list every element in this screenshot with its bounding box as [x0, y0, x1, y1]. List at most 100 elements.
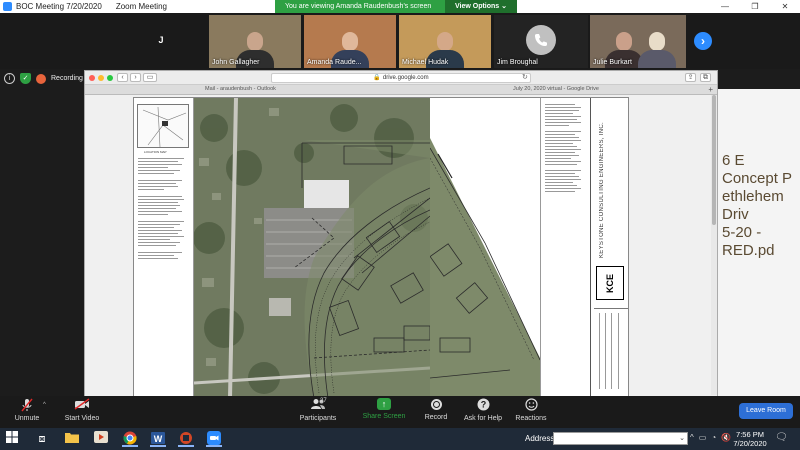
- address-label: Address: [525, 434, 555, 443]
- participant-tile[interactable]: J: [116, 15, 206, 68]
- minimize-dot-icon[interactable]: [98, 75, 104, 81]
- close-button[interactable]: ✕: [770, 0, 800, 13]
- start-video-label: Start Video: [64, 415, 100, 422]
- browser-actions: ⇪ ⧉: [685, 73, 711, 82]
- url-bar[interactable]: 🔒 drive.google.com: [271, 73, 531, 83]
- recording-label: Recording: [51, 75, 83, 82]
- participants-count: 27: [320, 398, 327, 404]
- word-icon[interactable]: W: [150, 431, 166, 447]
- view-options-button[interactable]: View Options ⌄: [445, 0, 517, 13]
- participant-tile[interactable]: Julie Burkart: [590, 15, 686, 68]
- participant-tile[interactable]: John Gallagher: [209, 15, 301, 68]
- app-title: Zoom Meeting: [115, 2, 167, 11]
- start-video-button[interactable]: Start Video: [62, 398, 102, 422]
- chrome-icon[interactable]: [122, 431, 138, 447]
- maximize-button[interactable]: ❐: [740, 0, 770, 13]
- tab-google-drive[interactable]: July 20, 2020 virtual - Google Drive: [513, 86, 599, 92]
- forward-icon[interactable]: ›: [130, 73, 141, 82]
- pdf-title-line: ethlehem Driv: [722, 188, 784, 223]
- unmute-button[interactable]: Unmute: [12, 398, 42, 422]
- close-dot-icon[interactable]: [89, 75, 95, 81]
- video-off-icon: [62, 398, 102, 412]
- browser-window: ‹ › ▭ 🔒 drive.google.com ↻ ⇪ ⧉ Mail - ara…: [84, 70, 718, 397]
- help-icon: ?: [462, 398, 504, 412]
- address-input[interactable]: ⌄: [553, 432, 688, 445]
- participants-label: Participants: [299, 415, 337, 422]
- file-explorer-icon[interactable]: [64, 431, 80, 447]
- share-icon[interactable]: ⇪: [685, 73, 696, 82]
- clock-time: 7:56 PM: [736, 430, 764, 439]
- ask-for-help-button[interactable]: ? Ask for Help: [462, 398, 504, 422]
- title-block-lines: [594, 308, 628, 392]
- participant-initial: J: [158, 35, 164, 45]
- new-tab-icon[interactable]: +: [708, 85, 713, 94]
- browser-toolbar: ‹ › ▭ 🔒 drive.google.com ↻ ⇪ ⧉: [85, 71, 717, 85]
- info-icon[interactable]: i: [4, 73, 15, 84]
- windows-taskbar: ⧈ W Address ⌄ ^ ▭ ◔ 🔇 7:56 PM 7/20/2020 …: [0, 428, 800, 450]
- participant-name: Julie Burkart: [593, 59, 632, 66]
- browser-nav: ‹ ›: [117, 73, 141, 82]
- screen-share-area: i ✓ Recording 6 E Concept P ethlehem Dri…: [0, 69, 800, 408]
- reload-icon[interactable]: ↻: [522, 73, 528, 81]
- leave-room-button[interactable]: Leave Room: [739, 403, 793, 419]
- zoom-dot-icon[interactable]: [107, 75, 113, 81]
- system-tray: ^ ▭ ◔ 🔇: [690, 433, 731, 442]
- participant-name: Jim Broughal: [497, 59, 538, 66]
- tab-outlook[interactable]: Mail - araudenbush - Outlook: [205, 86, 276, 92]
- pdf-title-line: 5-20 -RED.pd: [722, 224, 775, 259]
- aerial-photo: [194, 98, 430, 396]
- kce-logo: KCE: [596, 266, 624, 300]
- volume-muted-icon[interactable]: 🔇: [721, 433, 731, 442]
- scrollbar-thumb[interactable]: [712, 95, 716, 225]
- notification-icon[interactable]: 🗨: [775, 432, 788, 443]
- browser-tab-bar: Mail - araudenbush - Outlook July 20, 20…: [85, 85, 717, 95]
- battery-icon[interactable]: ▭: [699, 433, 707, 442]
- participant-tile[interactable]: Jim Broughal: [494, 15, 588, 68]
- reactions-button[interactable]: Reactions: [514, 398, 548, 422]
- shield-icon[interactable]: ✓: [20, 73, 31, 84]
- share-screen-button[interactable]: ↑ Share Screen: [362, 398, 406, 420]
- lock-icon: 🔒: [373, 75, 381, 81]
- meeting-toolbar: Unmute ^ Start Video 27 Participants ↑ S…: [0, 396, 800, 428]
- share-screen-label: Share Screen: [362, 413, 406, 420]
- location-map-label: LOCATION MAP: [144, 150, 167, 154]
- unmute-label: Unmute: [14, 415, 40, 422]
- notes-column: [540, 98, 590, 396]
- next-page-icon[interactable]: ›: [694, 32, 712, 50]
- share-screen-icon: ↑: [377, 398, 391, 410]
- record-icon: [430, 399, 442, 410]
- minimize-button[interactable]: —: [710, 0, 740, 13]
- back-icon[interactable]: ‹: [117, 73, 128, 82]
- participants-button[interactable]: 27 Participants: [298, 398, 338, 422]
- site-plan-drawing: LOCATION MAP KEYSTONE CONSULTING ENGINEE…: [133, 97, 629, 397]
- firm-name: KEYSTONE CONSULTING ENGINEERS, INC.: [599, 122, 605, 258]
- svg-text:W: W: [154, 434, 163, 444]
- legend-text-block: [138, 158, 188, 261]
- tray-expand-icon[interactable]: ^: [690, 433, 694, 442]
- notes-text-block: [545, 104, 587, 194]
- media-player-icon[interactable]: [93, 431, 109, 447]
- sidebar-toggle-icon[interactable]: ▭: [143, 73, 157, 82]
- powerpoint-icon[interactable]: [178, 431, 194, 447]
- participant-name: Michael Hudak: [402, 59, 449, 66]
- zoom-taskbar-icon[interactable]: [206, 431, 222, 447]
- window-traffic-lights: [89, 75, 113, 81]
- network-icon[interactable]: ◔: [711, 433, 716, 442]
- clock-date: 7/20/2020: [733, 439, 767, 448]
- participant-tile[interactable]: Michael Hudak: [399, 15, 491, 68]
- zoom-app-icon: [3, 2, 12, 11]
- task-view-icon[interactable]: ⧈: [34, 431, 50, 447]
- participants-icon: [298, 398, 338, 412]
- audio-options-caret-icon[interactable]: ^: [43, 402, 46, 408]
- reactions-label: Reactions: [515, 415, 547, 422]
- windows-start-icon[interactable]: [4, 431, 20, 447]
- system-clock[interactable]: 7:56 PM 7/20/2020: [733, 430, 767, 448]
- browser-scrollbar[interactable]: [711, 95, 717, 395]
- participant-tile[interactable]: Amanda Raude...: [304, 15, 396, 68]
- location-map: [137, 104, 189, 148]
- mic-muted-icon: [12, 398, 42, 412]
- record-button[interactable]: Record: [422, 398, 450, 421]
- address-dropdown-icon[interactable]: ⌄: [679, 433, 685, 445]
- tabs-overview-icon[interactable]: ⧉: [700, 73, 711, 82]
- recording-icon: [36, 73, 46, 84]
